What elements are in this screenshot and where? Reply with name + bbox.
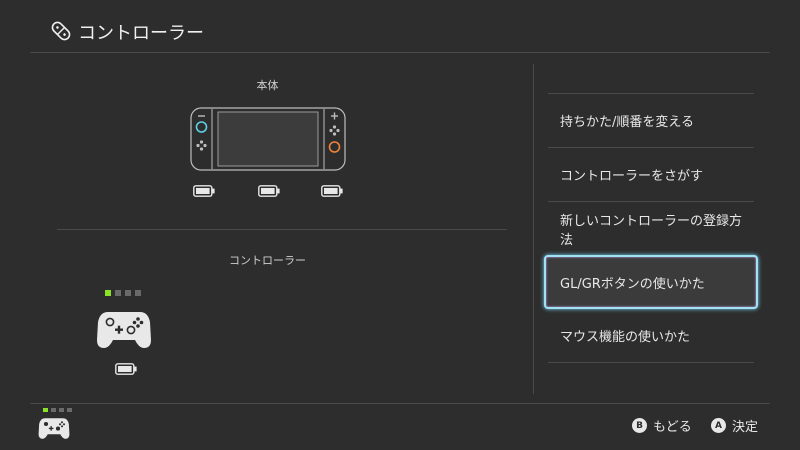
menu-item-label: 新しいコントローラーの登録方法	[560, 213, 743, 248]
controller-overview: 本体 コントローラー	[30, 53, 533, 403]
section-divider	[57, 229, 507, 230]
battery-icon	[258, 185, 280, 197]
pro-controller-icon	[97, 312, 151, 348]
menu-item-label: マウス機能の使いかた	[560, 330, 691, 345]
menu-item-register-controller[interactable]: 新しいコントローラーの登録方法	[548, 201, 754, 255]
panel-divider	[533, 64, 534, 394]
controller-menu: 持ちかた/順番を変える コントローラーをさがす 新しいコントローラーの登録方法 …	[544, 93, 758, 363]
menu-item-label: GL/GRボタンの使いかた	[560, 276, 705, 292]
player-led	[59, 408, 64, 412]
player-led	[43, 408, 48, 412]
battery-icon	[193, 185, 215, 197]
header: コントローラー	[0, 0, 800, 52]
player-leds	[105, 290, 141, 296]
pro-controller-icon	[38, 418, 70, 439]
battery-icon	[115, 363, 137, 375]
console-joycon-illustration	[190, 107, 346, 171]
player-led	[105, 290, 111, 296]
player-led	[51, 408, 56, 412]
page-title: コントローラー	[78, 23, 204, 44]
confirm-label: 決定	[732, 420, 759, 435]
joycon-icon	[51, 21, 71, 41]
menu-item-label: 持ちかた/順番を変える	[560, 115, 694, 130]
controller-section-label: コントローラー	[229, 254, 306, 267]
menu-item-gl-gr-buttons[interactable]: GL/GRボタンの使いかた	[544, 255, 758, 309]
menu-item-find-controllers[interactable]: コントローラーをさがす	[548, 147, 754, 201]
a-button-icon: A	[711, 418, 726, 433]
player-led	[135, 290, 141, 296]
player-led	[67, 408, 72, 412]
console-section-label: 本体	[256, 79, 279, 92]
footer-divider	[30, 403, 770, 404]
player-led	[125, 290, 131, 296]
confirm-hint[interactable]: A 決定	[711, 416, 758, 435]
footer-player-leds	[43, 408, 72, 412]
menu-item-change-grip-order[interactable]: 持ちかた/順番を変える	[548, 93, 754, 147]
player-led	[115, 290, 121, 296]
back-hint[interactable]: B もどる	[632, 416, 692, 435]
back-label: もどる	[653, 420, 692, 435]
menu-item-label: コントローラーをさがす	[560, 169, 704, 184]
battery-icon	[321, 185, 343, 197]
menu-item-mouse-function[interactable]: マウス機能の使いかた	[548, 309, 754, 363]
b-button-icon: B	[632, 418, 647, 433]
